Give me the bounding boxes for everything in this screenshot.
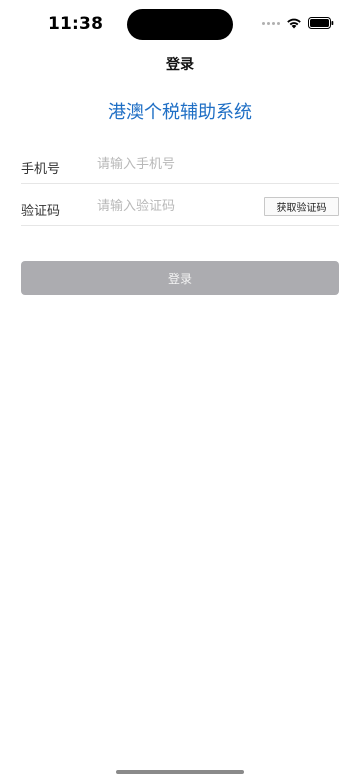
status-bar: 11:38 bbox=[0, 0, 360, 48]
code-row: 验证码 获取验证码 bbox=[21, 184, 339, 226]
get-code-button[interactable]: 获取验证码 bbox=[264, 197, 339, 216]
nav-title: 登录 bbox=[166, 57, 194, 73]
home-indicator bbox=[116, 770, 244, 774]
battery-icon bbox=[308, 17, 334, 29]
app-title: 港澳个税辅助系统 bbox=[108, 102, 252, 123]
signal-dots-icon bbox=[262, 21, 280, 25]
status-time: 11:38 bbox=[48, 14, 104, 34]
status-icons bbox=[262, 16, 334, 30]
dynamic-island bbox=[127, 9, 233, 40]
login-button[interactable]: 登录 bbox=[21, 261, 339, 295]
code-label: 验证码 bbox=[21, 204, 61, 219]
phone-input[interactable] bbox=[97, 154, 257, 174]
phone-row: 手机号 bbox=[21, 142, 339, 184]
wifi-icon bbox=[287, 18, 301, 29]
login-screen: 11:38 登录 港澳个税辅助系统 手机号 验证码 bbox=[0, 0, 360, 780]
code-input[interactable] bbox=[97, 196, 257, 216]
phone-label: 手机号 bbox=[21, 162, 61, 177]
